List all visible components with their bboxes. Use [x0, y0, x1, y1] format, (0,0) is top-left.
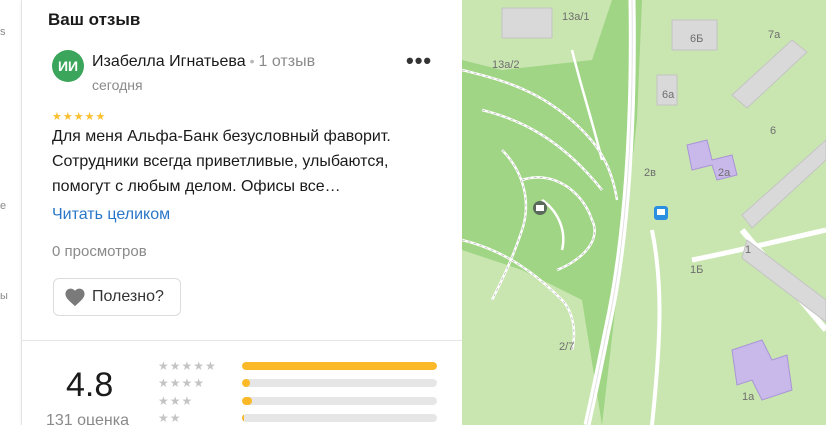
author-review-count: 1 отзыв	[258, 53, 316, 70]
map-label: 13а/2	[492, 59, 520, 71]
distribution-stars: ★★	[158, 411, 182, 425]
read-more-link[interactable]: Читать целиком	[52, 206, 170, 224]
more-options-icon[interactable]: •••	[406, 50, 432, 72]
map-label: 2/7	[559, 341, 574, 353]
author-line: Изабелла Игнатьева • 1 отзыв	[92, 53, 315, 71]
avatar[interactable]: ИИ	[52, 50, 84, 82]
map-label: 1Б	[690, 264, 703, 276]
distribution-stars: ★★★★★	[158, 359, 217, 373]
distribution-fill	[242, 397, 252, 405]
views-count: 0 просмотров	[52, 243, 147, 260]
review-date: сегодня	[92, 77, 143, 93]
distribution-stars: ★★★	[158, 394, 194, 408]
museum-glyph	[536, 205, 544, 211]
rating-distribution-row: ★★	[158, 411, 437, 425]
left-side-strip: s е ы	[0, 0, 22, 425]
review-panel: Ваш отзыв ИИ Изабелла Игнатьева • 1 отзыв …	[22, 0, 462, 425]
map-lawn	[462, 250, 602, 425]
distribution-bar	[242, 414, 437, 422]
distribution-stars: ★★★★	[158, 376, 206, 390]
map-label: 7а	[768, 29, 781, 41]
distribution-bar	[242, 362, 437, 370]
distribution-bar	[242, 379, 437, 387]
strip-char: ы	[0, 290, 8, 302]
map-view[interactable]: 13а/1 13а/2 6Б 7а 6а 6 2в 2а 1Б 1 2/7 1а	[462, 0, 826, 425]
separator-dot: •	[249, 53, 255, 69]
map-label: 13а/1	[562, 11, 590, 23]
average-rating: 4.8	[66, 366, 114, 404]
divider	[22, 340, 462, 341]
map-label: 1	[745, 244, 751, 256]
rating-distribution-row: ★★★	[158, 394, 437, 408]
bus-stop-glyph	[657, 209, 665, 215]
map-label: 6	[770, 125, 776, 137]
review-stars: ★★★★★	[52, 111, 107, 123]
useful-button[interactable]: Полезно?	[53, 278, 181, 316]
rating-count: 131 оценка	[46, 412, 130, 425]
rating-distribution-row: ★★★★	[158, 376, 437, 390]
review-text: Для меня Альфа-Банк безусловный фаворит.…	[52, 128, 391, 195]
author-name[interactable]: Изабелла Игнатьева	[92, 53, 246, 70]
map-label: 6Б	[690, 33, 703, 45]
heart-icon	[65, 288, 85, 307]
map-canvas[interactable]: 13а/1 13а/2 6Б 7а 6а 6 2в 2а 1Б 1 2/7 1а	[462, 0, 826, 425]
strip-char: s	[0, 26, 6, 38]
map-path	[570, 49, 604, 161]
distribution-fill	[242, 362, 437, 370]
strip-char: е	[0, 200, 7, 212]
distribution-fill	[242, 379, 250, 387]
map-label: 6а	[662, 89, 675, 101]
map-label: 1а	[742, 391, 755, 403]
rating-distribution-row: ★★★★★	[158, 359, 437, 373]
map-building	[501, 7, 553, 39]
map-label: 2а	[718, 167, 731, 179]
map-label: 2в	[644, 167, 656, 179]
useful-label: Полезно?	[92, 288, 164, 305]
distribution-bar	[242, 397, 437, 405]
distribution-fill	[242, 414, 244, 422]
map-path	[521, 176, 596, 272]
section-title: Ваш отзыв	[48, 10, 141, 29]
map-path-dash	[521, 177, 595, 271]
